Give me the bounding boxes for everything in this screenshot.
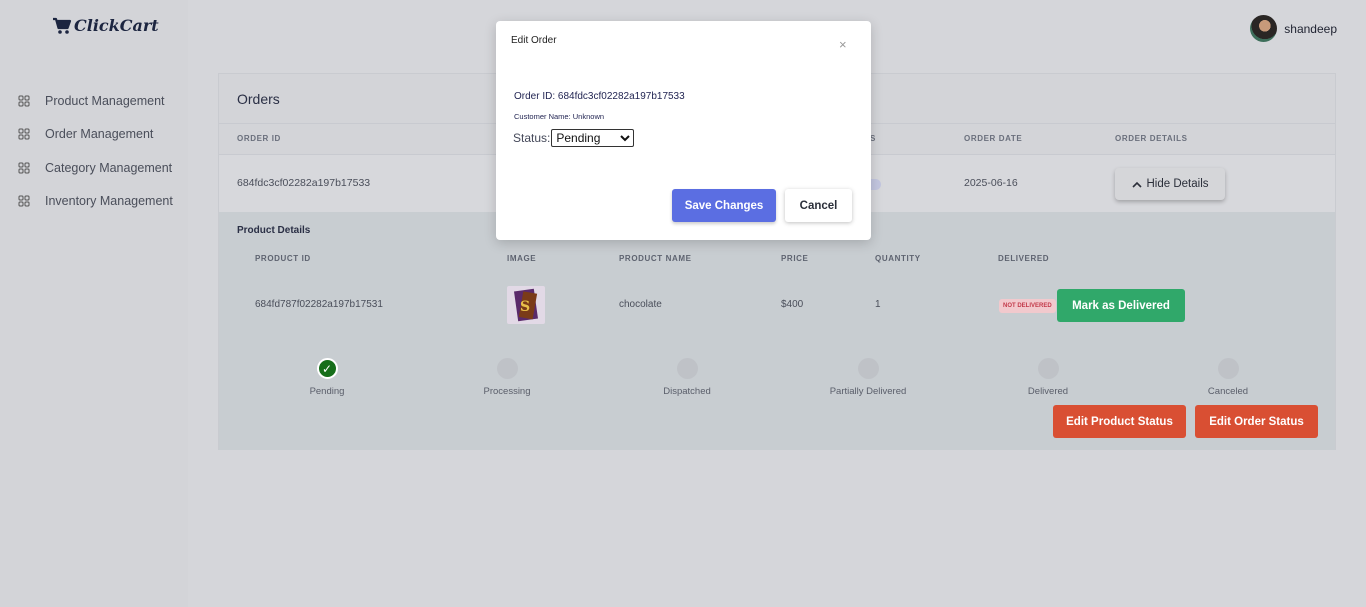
step-dot [496,358,518,379]
chocolate-image: S [514,288,538,322]
grid-icon [18,128,30,140]
column-header-order-id: ORDER ID [237,134,281,143]
order-date-cell: 2025-06-16 [964,177,1018,189]
edit-order-modal: Edit Order × Order ID: 684fdc3cf02282a19… [496,21,871,240]
mark-as-delivered-button[interactable]: Mark as Delivered [1057,289,1185,322]
sidebar-item-label: Inventory Management [45,194,173,209]
chevron-up-icon [1131,181,1142,188]
brand-logo[interactable]: ClickCart [52,16,159,35]
column-header-order-details: ORDER DETAILS [1115,134,1188,143]
step-dot [676,358,698,379]
grid-icon [18,95,30,107]
product-id-cell: 684fd787f02282a197b17531 [255,299,383,310]
user-menu[interactable]: shandeep [1250,15,1337,42]
step-label: Pending [309,386,345,397]
column-header-order-date: ORDER DATE [964,134,1023,143]
column-header-image: IMAGE [507,254,537,263]
step-dot [1037,358,1059,379]
product-image: S [507,286,545,324]
step-dot [857,358,879,379]
column-header-product-id: PRODUCT ID [255,254,311,263]
sidebar-item-label: Order Management [45,127,154,142]
column-header-product-name: PRODUCT NAME [619,254,692,263]
product-name-cell: chocolate [619,299,662,310]
svg-text:S: S [520,299,530,315]
step-canceled: Canceled [1168,358,1288,397]
column-header-delivered: DELIVERED [998,254,1050,263]
status-field: Status: Pending [513,129,635,147]
grid-icon [18,162,30,174]
step-label: Canceled [1207,386,1249,397]
user-name: shandeep [1284,21,1337,36]
save-changes-button[interactable]: Save Changes [672,189,776,222]
step-delivered: Delivered [988,358,1108,397]
price-cell: $400 [781,299,804,310]
step-label: Delivered [1027,386,1069,397]
step-label: Processing [483,386,531,397]
cart-icon [53,17,72,34]
sidebar-item-product-management[interactable]: Product Management [0,84,188,118]
cancel-button[interactable]: Cancel [785,189,852,222]
not-delivered-badge: NOT DELIVERED [999,299,1056,313]
step-pending: ✓ Pending [267,358,387,397]
hide-details-label: Hide Details [1146,178,1209,190]
column-header-price: PRICE [781,254,809,263]
sidebar-item-order-management[interactable]: Order Management [0,118,188,152]
sidebar-item-label: Product Management [45,93,165,108]
step-processing: Processing [447,358,567,397]
sidebar: ClickCart Product Management Order Manag… [0,0,188,607]
product-details-panel: Product Details PRODUCT ID IMAGE PRODUCT… [219,212,1335,450]
product-details-title: Product Details [237,225,311,236]
sidebar-item-label: Category Management [45,160,173,175]
avatar [1250,15,1278,42]
hide-details-button[interactable]: Hide Details [1115,168,1225,200]
brand-name: ClickCart [74,16,159,35]
modal-customer-name: Customer Name: Unknown [514,112,605,121]
close-icon[interactable]: × [839,38,847,51]
order-id-cell: 684fdc3cf02282a197b17533 [237,177,371,189]
modal-title: Edit Order [511,35,557,46]
edit-order-status-button[interactable]: Edit Order Status [1195,405,1318,438]
status-select[interactable]: Pending [551,129,635,147]
edit-product-status-button[interactable]: Edit Product Status [1053,405,1186,438]
step-dispatched: Dispatched [627,358,747,397]
modal-order-id: Order ID: 684fdc3cf02282a197b17533 [514,91,685,102]
step-partially-delivered: Partially Delivered [808,358,928,397]
check-icon: ✓ [316,358,338,379]
column-header-quantity: QUANTITY [875,254,921,263]
quantity-cell: 1 [875,299,881,310]
step-label: Dispatched [663,386,711,397]
grid-icon [18,195,30,207]
sidebar-item-category-management[interactable]: Category Management [0,151,188,185]
step-label: Partially Delivered [829,386,907,397]
sidebar-item-inventory-management[interactable]: Inventory Management [0,185,188,219]
step-dot [1217,358,1239,379]
status-label: Status: [513,131,551,145]
sidebar-nav: Product Management Order Management Cate… [0,84,188,218]
